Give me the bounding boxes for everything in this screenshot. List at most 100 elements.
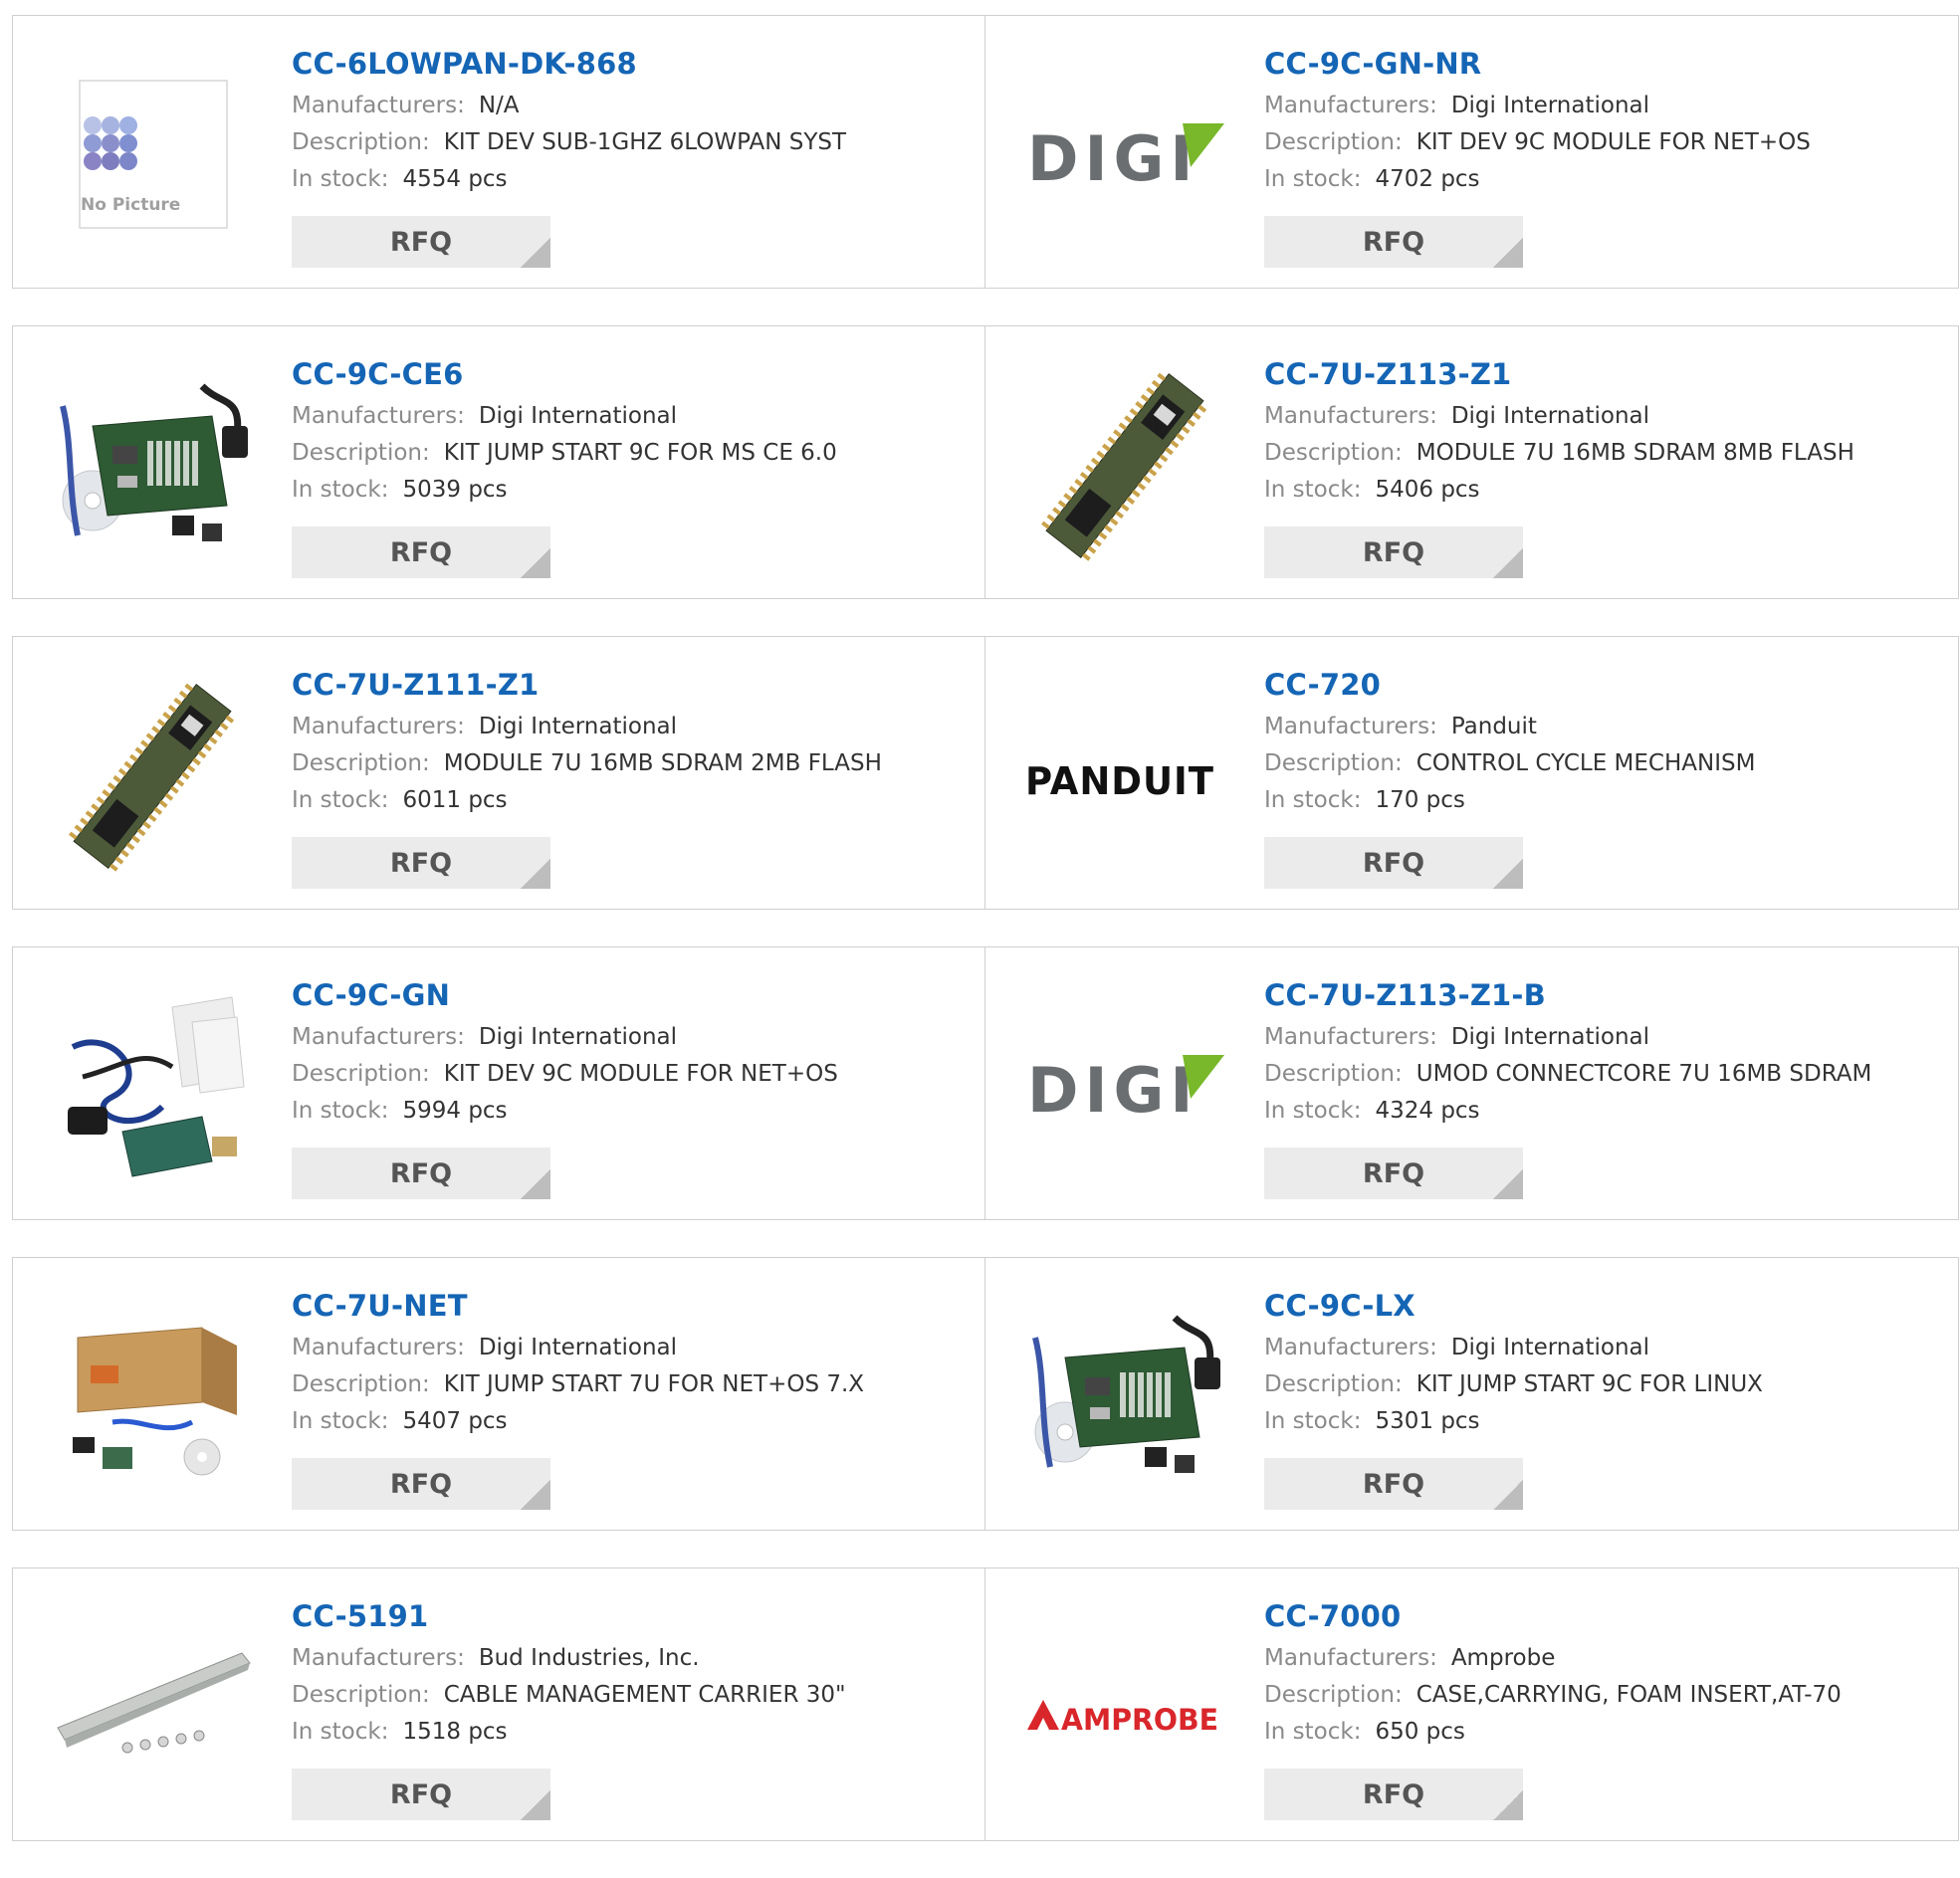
manufacturers-label: Manufacturers: xyxy=(292,1645,465,1671)
no-picture-icon: No Picture xyxy=(79,80,228,229)
product-image[interactable]: AMPROBE xyxy=(1025,1608,1224,1807)
rfq-button[interactable]: RFQ xyxy=(1264,1458,1523,1510)
part-number-link[interactable]: CC-720 xyxy=(1264,667,1948,703)
product-image[interactable] xyxy=(53,1298,252,1497)
manufacturer-value: Panduit xyxy=(1450,714,1537,739)
rfq-button[interactable]: RFQ xyxy=(1264,1148,1523,1199)
rfq-button[interactable]: RFQ xyxy=(292,216,550,268)
description-value: MODULE 7U 16MB SDRAM 8MB FLASH xyxy=(1416,440,1854,466)
manufacturer-line: Manufacturers: Digi International xyxy=(292,402,975,430)
product-card: CC-7U-Z111-Z1 Manufacturers: Digi Interna… xyxy=(12,636,985,910)
product-card: CC-9C-LX Manufacturers: Digi Internationa… xyxy=(985,1257,1959,1531)
product-image[interactable] xyxy=(53,677,252,876)
part-number-link[interactable]: CC-9C-LX xyxy=(1264,1288,1948,1324)
manufacturer-line: Manufacturers: Digi International xyxy=(1264,1334,1948,1361)
stock-line: In stock: 650 pcs xyxy=(1264,1718,1948,1746)
product-image[interactable] xyxy=(53,987,252,1186)
product-image[interactable] xyxy=(1025,366,1224,565)
part-number-link[interactable]: CC-9C-CE6 xyxy=(292,356,975,392)
description-label: Description: xyxy=(292,440,430,466)
manufacturer-value: Digi International xyxy=(478,714,678,739)
stock-line: In stock: 1518 pcs xyxy=(292,1718,975,1746)
product-info: CC-9C-CE6 Manufacturers: Digi Internation… xyxy=(292,356,975,504)
rfq-button[interactable]: RFQ xyxy=(1264,526,1523,578)
corner-triangle-icon xyxy=(1493,1790,1523,1820)
rfq-button[interactable]: RFQ xyxy=(1264,1769,1523,1820)
product-image[interactable]: DIGI xyxy=(1025,987,1224,1186)
product-info: CC-720 Manufacturers: Panduit Description… xyxy=(1264,667,1948,814)
stock-line: In stock: 6011 pcs xyxy=(292,786,975,814)
module-photo-icon xyxy=(1025,366,1224,565)
manufacturer-line: Manufacturers: Digi International xyxy=(292,713,975,740)
part-number-link[interactable]: CC-9C-GN xyxy=(292,977,975,1013)
stock-value: 4554 pcs xyxy=(402,166,508,192)
part-number-link[interactable]: CC-7U-Z113-Z1-B xyxy=(1264,977,1948,1013)
product-info: CC-7U-Z113-Z1-B Manufacturers: Digi Inter… xyxy=(1264,977,1948,1125)
rfq-button[interactable]: RFQ xyxy=(292,526,550,578)
corner-triangle-icon xyxy=(521,1790,550,1820)
part-number-link[interactable]: CC-7U-Z111-Z1 xyxy=(292,667,975,703)
product-image[interactable]: No Picture xyxy=(53,56,252,255)
product-info: CC-9C-GN-NR Manufacturers: Digi Internati… xyxy=(1264,46,1948,193)
dev-kit-cables-photo-icon xyxy=(53,987,252,1186)
description-value: CASE,CARRYING, FOAM INSERT,AT-70 xyxy=(1416,1682,1842,1708)
product-image[interactable] xyxy=(1025,1298,1224,1497)
in-stock-label: In stock: xyxy=(1264,1719,1362,1745)
product-card: CC-7U-NET Manufacturers: Digi Internation… xyxy=(12,1257,985,1531)
product-image[interactable] xyxy=(53,366,252,565)
corner-triangle-icon xyxy=(521,859,550,889)
description-line: Description: CASE,CARRYING, FOAM INSERT,A… xyxy=(1264,1681,1948,1709)
manufacturers-label: Manufacturers: xyxy=(292,93,465,118)
manufacturer-line: Manufacturers: Digi International xyxy=(292,1023,975,1051)
manufacturer-value: Bud Industries, Inc. xyxy=(478,1645,700,1671)
description-label: Description: xyxy=(292,1371,430,1397)
product-image[interactable]: PANDUIT xyxy=(1025,677,1224,876)
rfq-label: RFQ xyxy=(389,1468,453,1500)
rfq-button[interactable]: RFQ xyxy=(1264,216,1523,268)
product-row: CC-7U-Z111-Z1 Manufacturers: Digi Interna… xyxy=(12,636,1959,910)
in-stock-label: In stock: xyxy=(1264,477,1362,503)
no-picture-text: No Picture xyxy=(81,195,180,215)
in-stock-label: In stock: xyxy=(1264,1408,1362,1434)
product-info: CC-5191 Manufacturers: Bud Industries, In… xyxy=(292,1598,975,1746)
rfq-button[interactable]: RFQ xyxy=(292,1769,550,1820)
manufacturers-label: Manufacturers: xyxy=(1264,93,1437,118)
description-value: KIT DEV 9C MODULE FOR NET+OS xyxy=(1416,129,1811,155)
product-info: CC-7U-NET Manufacturers: Digi Internation… xyxy=(292,1288,975,1435)
stock-value: 6011 pcs xyxy=(402,787,508,813)
corner-triangle-icon xyxy=(1493,238,1523,268)
part-number-link[interactable]: CC-7000 xyxy=(1264,1598,1948,1634)
manufacturer-line: Manufacturers: Digi International xyxy=(292,1334,975,1361)
description-line: Description: KIT DEV SUB-1GHZ 6LOWPAN SYS… xyxy=(292,128,975,156)
rfq-label: RFQ xyxy=(1362,847,1425,879)
manufacturer-line: Manufacturers: N/A xyxy=(292,92,975,119)
product-image[interactable] xyxy=(53,1608,252,1807)
rfq-label: RFQ xyxy=(1362,1778,1425,1810)
in-stock-label: In stock: xyxy=(292,1408,389,1434)
manufacturer-line: Manufacturers: Digi International xyxy=(1264,92,1948,119)
part-number-link[interactable]: CC-5191 xyxy=(292,1598,975,1634)
part-number-link[interactable]: CC-7U-NET xyxy=(292,1288,975,1324)
description-value: CABLE MANAGEMENT CARRIER 30" xyxy=(443,1682,846,1708)
in-stock-label: In stock: xyxy=(1264,1098,1362,1124)
product-card: AMPROBE CC-7000 Manufacturers: Amprobe De… xyxy=(985,1567,1959,1841)
description-value: UMOD CONNECTCORE 7U 16MB SDRAM xyxy=(1416,1061,1872,1087)
dev-kit-photo-icon xyxy=(1025,1298,1224,1497)
rfq-button[interactable]: RFQ xyxy=(1264,837,1523,889)
part-number-link[interactable]: CC-6LOWPAN-DK-868 xyxy=(292,46,975,82)
panduit-logo-icon: PANDUIT xyxy=(1025,759,1213,803)
manufacturers-label: Manufacturers: xyxy=(292,403,465,429)
corner-triangle-icon xyxy=(521,1480,550,1510)
rfq-label: RFQ xyxy=(389,1157,453,1189)
product-image[interactable]: DIGI xyxy=(1025,56,1224,255)
corner-triangle-icon xyxy=(521,1169,550,1199)
stock-value: 650 pcs xyxy=(1375,1719,1465,1745)
part-number-link[interactable]: CC-7U-Z113-Z1 xyxy=(1264,356,1948,392)
description-label: Description: xyxy=(1264,440,1403,466)
rfq-button[interactable]: RFQ xyxy=(292,1148,550,1199)
stock-value: 4702 pcs xyxy=(1375,166,1480,192)
rfq-button[interactable]: RFQ xyxy=(292,837,550,889)
rfq-button[interactable]: RFQ xyxy=(292,1458,550,1510)
manufacturer-value: N/A xyxy=(478,93,520,118)
part-number-link[interactable]: CC-9C-GN-NR xyxy=(1264,46,1948,82)
